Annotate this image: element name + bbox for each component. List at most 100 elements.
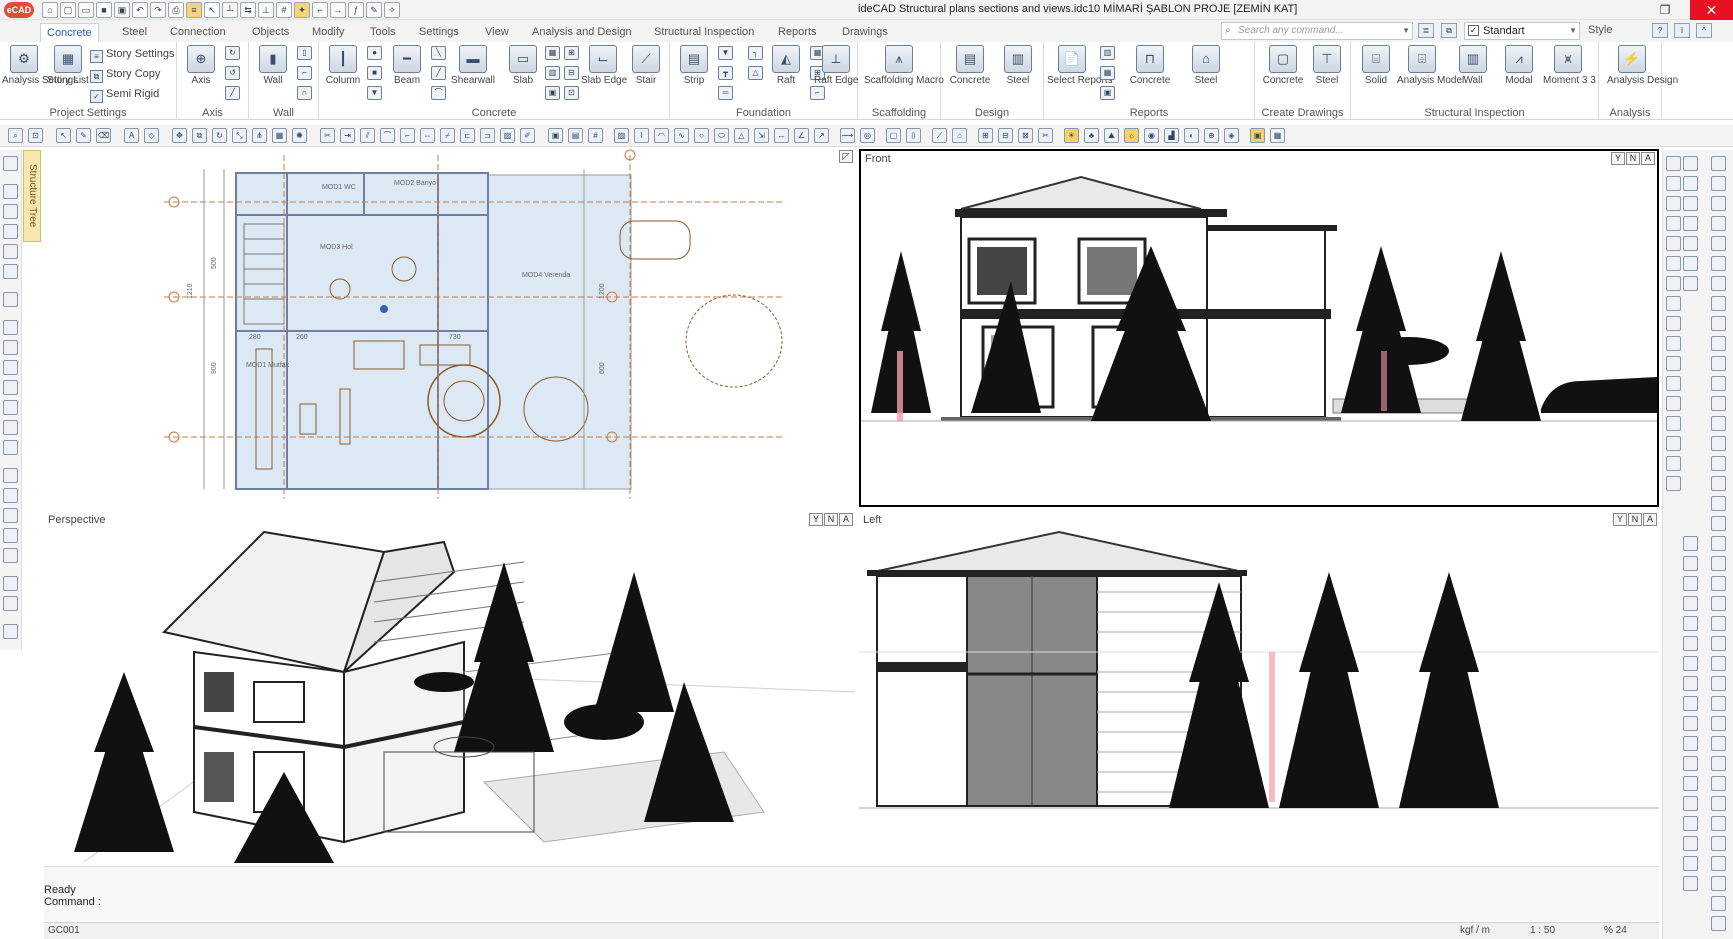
front-a-button[interactable]: A bbox=[1641, 152, 1655, 165]
pencil-icon[interactable]: ✎ bbox=[76, 128, 91, 143]
properties-icon[interactable] bbox=[3, 184, 18, 199]
layout-2-icon[interactable] bbox=[1683, 176, 1698, 191]
status-scale[interactable]: 1 : 50 bbox=[1530, 925, 1555, 936]
table-icon[interactable]: ▤ bbox=[568, 128, 583, 143]
shearwall-button[interactable]: ▬ Shearwall bbox=[451, 45, 495, 105]
window-icon[interactable]: ▢ bbox=[886, 128, 901, 143]
zoom-window-icon[interactable]: ⊡ bbox=[28, 128, 43, 143]
edit-tool-20-icon[interactable] bbox=[1711, 536, 1726, 551]
furniture-icon[interactable]: ⊟ bbox=[998, 128, 1013, 143]
mirror-icon[interactable]: ⋔ bbox=[252, 128, 267, 143]
tie-beam-icon[interactable]: ═ bbox=[718, 86, 733, 100]
home-icon[interactable]: ⌂ bbox=[42, 2, 58, 18]
edit-tool-34-icon[interactable] bbox=[1711, 816, 1726, 831]
edit-tool-35-icon[interactable] bbox=[1711, 836, 1726, 851]
perspective-viewport[interactable]: Perspective Y N A bbox=[44, 512, 855, 863]
window-tool-icon[interactable] bbox=[3, 380, 18, 395]
design-concrete-button[interactable]: ▤ Concrete bbox=[944, 45, 996, 105]
area-icon[interactable]: ⊠ bbox=[1018, 128, 1033, 143]
pan-icon[interactable] bbox=[1666, 336, 1681, 351]
triangle-icon[interactable]: △ bbox=[734, 128, 749, 143]
tab-analysis-and-design[interactable]: Analysis and Design bbox=[526, 23, 638, 42]
edit-tool-27-icon[interactable] bbox=[1711, 676, 1726, 691]
snap-tool-2-icon[interactable] bbox=[1683, 556, 1698, 571]
chart-icon[interactable]: ▟ bbox=[1164, 128, 1179, 143]
render-icon[interactable]: ◐ bbox=[1184, 128, 1199, 143]
analysis-settings-button[interactable]: ⚙ Analysis Settings bbox=[2, 45, 78, 105]
edit-tool-17-icon[interactable] bbox=[1711, 476, 1726, 491]
edit-tool-6-icon[interactable] bbox=[1711, 256, 1726, 271]
edit-tool-14-icon[interactable] bbox=[1711, 416, 1726, 431]
section-icon[interactable]: ⟿ bbox=[840, 128, 855, 143]
beam-type-b-icon[interactable]: ╱ bbox=[431, 66, 446, 80]
foundation-bell-icon[interactable]: △ bbox=[748, 66, 763, 80]
column-type-a-icon[interactable]: ● bbox=[367, 46, 382, 60]
sun-path-icon[interactable]: ⊕ bbox=[1204, 128, 1219, 143]
status-zoom[interactable]: % 24 bbox=[1604, 925, 1627, 936]
edit-tool-31-icon[interactable] bbox=[1711, 756, 1726, 771]
tab-steel[interactable]: Steel bbox=[116, 23, 153, 42]
help-icon[interactable]: ? bbox=[1652, 23, 1668, 38]
command-input[interactable]: Command : bbox=[44, 896, 101, 908]
edit-tool-29-icon[interactable] bbox=[1711, 716, 1726, 731]
print-icon[interactable]: ⎙ bbox=[168, 2, 184, 18]
strip-button[interactable]: ▤ Strip bbox=[672, 45, 716, 105]
polyline-icon[interactable]: ⌇ bbox=[634, 128, 649, 143]
join-icon[interactable]: ⊏ bbox=[460, 128, 475, 143]
material-icon[interactable]: ◈ bbox=[1224, 128, 1239, 143]
door-tool-icon[interactable] bbox=[3, 360, 18, 375]
axis-line-icon[interactable]: ╱ bbox=[225, 86, 240, 100]
dimension-icon[interactable]: ↔ bbox=[774, 128, 789, 143]
snap-tool-13-icon[interactable] bbox=[1683, 776, 1698, 791]
edit-tool-3-icon[interactable] bbox=[1711, 196, 1726, 211]
redo-icon[interactable]: ↷ bbox=[150, 2, 166, 18]
stair-tool-icon[interactable] bbox=[3, 340, 18, 355]
hatch-icon[interactable]: ▨ bbox=[500, 128, 515, 143]
front-n-button[interactable]: N bbox=[1626, 152, 1640, 165]
status-layer[interactable]: GC001 bbox=[48, 925, 80, 936]
status-units[interactable]: kgf / m bbox=[1460, 925, 1490, 936]
zoom-icon[interactable]: ⌕ bbox=[8, 128, 23, 143]
edit-tool-16-icon[interactable] bbox=[1711, 456, 1726, 471]
osnap-icon[interactable]: ✦ bbox=[294, 2, 310, 18]
edit-tool-18-icon[interactable] bbox=[1711, 496, 1726, 511]
raft-button[interactable]: ◭ Raft bbox=[764, 45, 808, 105]
edit-tool-7-icon[interactable] bbox=[1711, 276, 1726, 291]
wall-tool-icon[interactable] bbox=[3, 244, 18, 259]
railing-tool-icon[interactable] bbox=[3, 420, 18, 435]
raft-edge-button[interactable]: ⟂ Raft Edge bbox=[814, 45, 858, 105]
snap-tool-17-icon[interactable] bbox=[1683, 856, 1698, 871]
view-back-icon[interactable] bbox=[1666, 236, 1681, 251]
slab-edit-icon[interactable]: ⊡ bbox=[564, 86, 579, 100]
walk-icon[interactable] bbox=[1666, 316, 1681, 331]
list-view-icon[interactable]: ≣ bbox=[1418, 23, 1434, 38]
scale-tool-icon[interactable] bbox=[3, 624, 18, 639]
edit-tool-33-icon[interactable] bbox=[1711, 796, 1726, 811]
plan-viewport-corner-icon[interactable]: ◸ bbox=[839, 150, 853, 163]
view-icon[interactable]: ◎ bbox=[860, 128, 875, 143]
tree-icon[interactable]: ♣ bbox=[1084, 128, 1099, 143]
hidden-line-icon[interactable] bbox=[1666, 456, 1681, 471]
leader-icon[interactable]: ↗ bbox=[814, 128, 829, 143]
erase-icon[interactable]: ◇ bbox=[144, 128, 159, 143]
column-type-b-icon[interactable]: ■ bbox=[367, 66, 382, 80]
inspection-wall-button[interactable]: ▥ Wall bbox=[1451, 45, 1495, 105]
edit-tool-22-icon[interactable] bbox=[1711, 576, 1726, 591]
edit-tool-9-icon[interactable] bbox=[1711, 316, 1726, 331]
wall-type-icon[interactable]: ▯ bbox=[297, 46, 312, 60]
snap-tool-8-icon[interactable] bbox=[1683, 676, 1698, 691]
rotate-icon[interactable]: ↻ bbox=[212, 128, 227, 143]
extend-icon[interactable]: ⇥ bbox=[340, 128, 355, 143]
save-as-icon[interactable]: ▣ bbox=[114, 2, 130, 18]
reports-concrete-button[interactable]: ⊓ Concrete bbox=[1122, 45, 1178, 105]
left-a-button[interactable]: A bbox=[1643, 513, 1657, 526]
wall-curve-icon[interactable]: ∩ bbox=[297, 86, 312, 100]
wall-button[interactable]: ▮ Wall bbox=[251, 45, 295, 105]
plan-viewport[interactable]: 1210 1200 500 280 260 730 900 600 MOD1 W… bbox=[44, 149, 855, 507]
modal-button[interactable]: ⩘ Modal bbox=[1497, 45, 1541, 105]
function-icon[interactable]: ƒ bbox=[348, 2, 364, 18]
slab-edge-button[interactable]: ⌙ Slab Edge bbox=[581, 45, 627, 105]
array-icon[interactable]: ▦ bbox=[272, 128, 287, 143]
zoom-out-icon[interactable] bbox=[1666, 396, 1681, 411]
perspective-a-button[interactable]: A bbox=[839, 513, 853, 526]
